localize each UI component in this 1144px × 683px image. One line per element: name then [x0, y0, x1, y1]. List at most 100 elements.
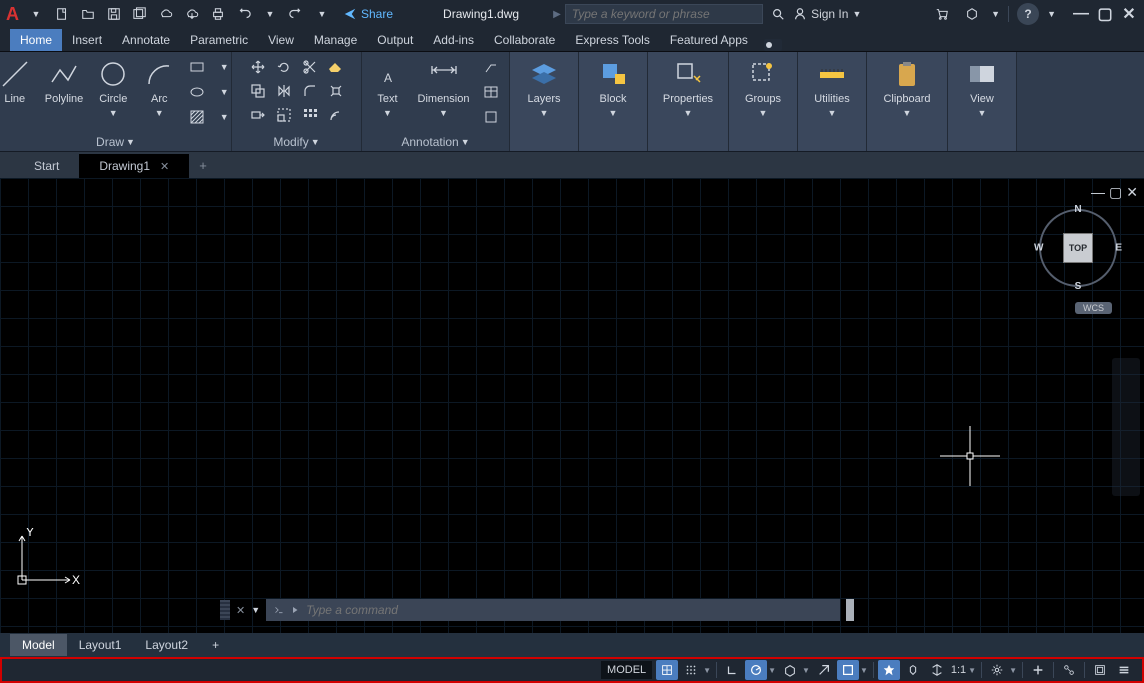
tab-home[interactable]: Home — [10, 29, 62, 51]
nav-zoom-icon[interactable] — [1117, 418, 1135, 436]
command-scroll[interactable] — [846, 599, 854, 621]
table-icon[interactable] — [479, 81, 503, 103]
cloud-open-icon[interactable] — [155, 3, 177, 25]
tab-manage[interactable]: Manage — [304, 29, 367, 51]
snap-mode-icon[interactable] — [680, 660, 702, 680]
nav-showmotion-icon[interactable] — [1117, 474, 1135, 492]
redo-dropdown[interactable]: ▼ — [311, 3, 333, 25]
block-panel[interactable]: Block▼ — [583, 56, 643, 120]
polar-icon[interactable] — [745, 660, 767, 680]
polyline-button[interactable]: Polyline — [41, 56, 88, 107]
command-history-dropdown[interactable]: ▼ — [251, 605, 260, 615]
command-options-icon[interactable] — [272, 603, 286, 617]
text-button[interactable]: AText▼ — [368, 56, 408, 120]
layers-panel[interactable]: Layers▼ — [514, 56, 574, 120]
move-icon[interactable] — [246, 56, 270, 78]
minimize-button[interactable]: — — [1072, 5, 1090, 23]
scale-dropdown[interactable]: ▼ — [968, 666, 976, 675]
customize-icon[interactable] — [1113, 660, 1135, 680]
search-input[interactable] — [565, 4, 763, 24]
help-icon[interactable]: ? — [1017, 3, 1039, 25]
signin-button[interactable]: Sign In ▼ — [793, 7, 861, 21]
nav-wheel-icon[interactable] — [1117, 362, 1135, 380]
array-icon[interactable] — [298, 104, 322, 126]
nav-orbit-icon[interactable] — [1117, 446, 1135, 464]
share-button[interactable]: Share — [343, 7, 393, 21]
layout-tab-add[interactable]: + — [200, 634, 231, 656]
stretch-icon[interactable] — [246, 104, 270, 126]
circle-button[interactable]: Circle▼ — [93, 56, 133, 120]
gear-icon[interactable] — [986, 660, 1008, 680]
hatch-icon[interactable] — [185, 106, 209, 128]
save-icon[interactable] — [103, 3, 125, 25]
undo-icon[interactable] — [233, 3, 255, 25]
new-file-icon[interactable] — [51, 3, 73, 25]
command-input[interactable] — [306, 603, 834, 617]
tab-drawing1[interactable]: Drawing1✕ — [79, 154, 189, 178]
command-close-icon[interactable]: ✕ — [236, 604, 245, 617]
app-logo[interactable]: A — [6, 4, 19, 25]
rectangle-icon[interactable] — [185, 56, 209, 78]
tab-annotate[interactable]: Annotate — [112, 29, 180, 51]
redo-icon[interactable] — [285, 3, 307, 25]
viewport-maximize-icon[interactable]: ▢ — [1109, 184, 1122, 201]
status-model[interactable]: MODEL — [601, 661, 652, 679]
undo-dropdown[interactable]: ▼ — [259, 3, 281, 25]
wcs-badge[interactable]: WCS — [1075, 302, 1112, 314]
mirror-icon[interactable] — [272, 80, 296, 102]
viewcube-n[interactable]: N — [1074, 204, 1081, 215]
help-dropdown[interactable]: ▼ — [1047, 9, 1056, 19]
layout-tab-layout2[interactable]: Layout2 — [133, 634, 200, 656]
isodraft-icon[interactable] — [779, 660, 801, 680]
osnap-dropdown[interactable]: ▼ — [860, 666, 868, 675]
tab-parametric[interactable]: Parametric — [180, 29, 258, 51]
app-menu-dropdown[interactable]: ▼ — [25, 3, 47, 25]
autodesk-app-icon[interactable] — [961, 3, 983, 25]
arc-button[interactable]: Arc▼ — [139, 56, 179, 120]
tab-featured[interactable]: Featured Apps — [660, 29, 758, 51]
snap-dropdown[interactable]: ▼ — [703, 666, 711, 675]
view-panel[interactable]: View▼ — [952, 56, 1012, 120]
explode-icon[interactable] — [324, 80, 348, 102]
isolate-icon[interactable] — [1058, 660, 1080, 680]
panel-annotation-title[interactable]: Annotation ▼ — [401, 133, 469, 149]
maximize-button[interactable]: ▢ — [1096, 5, 1114, 23]
panel-modify-title[interactable]: Modify ▼ — [273, 133, 319, 149]
ellipse-icon[interactable] — [185, 81, 209, 103]
leader-icon[interactable] — [479, 56, 503, 78]
hardware-accel-icon[interactable] — [1089, 660, 1111, 680]
fillet-icon[interactable] — [298, 80, 322, 102]
transparency-icon[interactable] — [902, 660, 924, 680]
scale-icon[interactable] — [272, 104, 296, 126]
grid-display-icon[interactable] — [656, 660, 678, 680]
layout-tab-layout1[interactable]: Layout1 — [67, 634, 134, 656]
panel-draw-title[interactable]: Draw ▼ — [96, 133, 135, 149]
clipboard-panel[interactable]: Clipboard▼ — [871, 56, 943, 120]
groups-panel[interactable]: Groups▼ — [733, 56, 793, 120]
lineweight-icon[interactable] — [878, 660, 900, 680]
close-button[interactable]: ✕ — [1120, 5, 1138, 23]
tab-insert[interactable]: Insert — [62, 29, 112, 51]
nav-bar[interactable] — [1112, 358, 1140, 496]
wipeout-icon[interactable] — [479, 106, 503, 128]
erase-icon[interactable] — [324, 56, 348, 78]
tab-output[interactable]: Output — [367, 29, 423, 51]
dimension-button[interactable]: Dimension▼ — [414, 56, 474, 120]
nav-pan-icon[interactable] — [1117, 390, 1135, 408]
tab-express[interactable]: Express Tools — [565, 29, 659, 51]
tab-start[interactable]: Start — [14, 154, 79, 178]
ortho-icon[interactable] — [721, 660, 743, 680]
layout-tab-model[interactable]: Model — [10, 634, 67, 656]
rotate-icon[interactable] — [272, 56, 296, 78]
new-tab-button[interactable]: + — [189, 153, 217, 178]
saveas-icon[interactable] — [129, 3, 151, 25]
trim-icon[interactable] — [298, 56, 322, 78]
tab-addins[interactable]: Add-ins — [423, 29, 484, 51]
drawing-canvas[interactable]: — ▢ ✕ N S E W TOP WCS Y X ✕ ▼ — [0, 178, 1144, 633]
ribbon-toggle[interactable] — [764, 39, 782, 51]
gear-dropdown[interactable]: ▼ — [1009, 666, 1017, 675]
viewport-close-icon[interactable]: ✕ — [1126, 184, 1138, 201]
viewcube-s[interactable]: S — [1075, 281, 1082, 292]
viewport-minimize-icon[interactable]: — — [1091, 184, 1105, 201]
tab-collaborate[interactable]: Collaborate — [484, 29, 565, 51]
